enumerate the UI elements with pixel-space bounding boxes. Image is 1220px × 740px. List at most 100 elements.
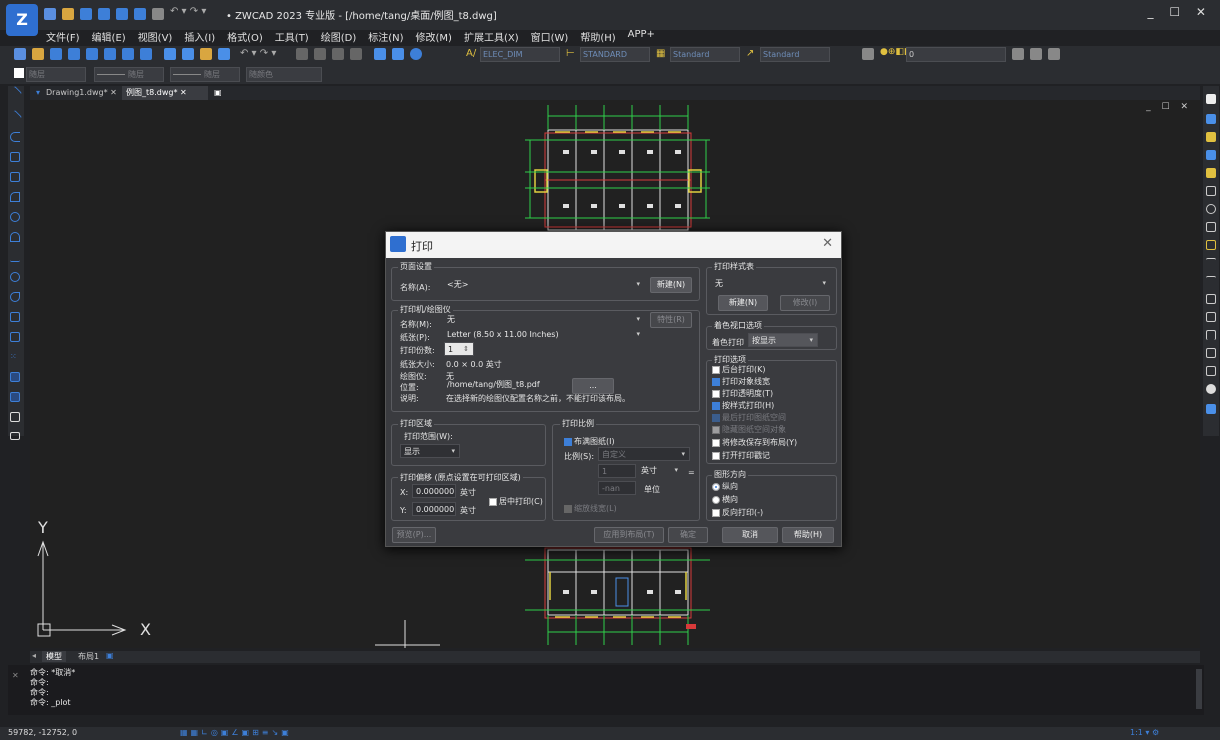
layer-manager-icon[interactable] bbox=[862, 48, 874, 60]
new-tab-icon[interactable]: ▣ bbox=[210, 86, 222, 100]
rectangle-icon[interactable] bbox=[10, 172, 20, 182]
preview-icon[interactable] bbox=[134, 8, 146, 20]
option-plot-transparency[interactable]: 打印透明度(T) bbox=[712, 388, 773, 399]
offset-icon[interactable] bbox=[1206, 150, 1216, 160]
close-icon[interactable]: ✕ bbox=[822, 236, 833, 251]
trim-icon[interactable] bbox=[1206, 258, 1216, 268]
color-select[interactable]: 随层 bbox=[26, 67, 86, 82]
tablestyle-select[interactable]: Standard bbox=[670, 47, 740, 62]
window-controls[interactable]: _ ☐ ✕ bbox=[1148, 5, 1212, 19]
design-center-icon[interactable] bbox=[392, 48, 404, 60]
tab-drawing1[interactable]: Drawing1.dwg* ✕ bbox=[42, 86, 122, 100]
command-scrollbar[interactable] bbox=[1196, 669, 1202, 709]
open-icon[interactable] bbox=[32, 48, 44, 60]
plot-style-edit-button[interactable]: 修改(I) bbox=[780, 295, 830, 311]
mleaderstyle-select[interactable]: Standard bbox=[760, 47, 830, 62]
option-paperspace-last[interactable]: 最后打印图纸空间 bbox=[712, 412, 786, 423]
shade-plot-select[interactable]: 按显示 ▾ bbox=[748, 333, 818, 347]
blend-icon[interactable] bbox=[1206, 366, 1216, 376]
save-as-icon[interactable] bbox=[98, 8, 110, 20]
paper-select[interactable]: Letter (8.50 x 11.00 Inches) ▾ bbox=[444, 328, 644, 342]
menu-tools[interactable]: 工具(T) bbox=[275, 29, 309, 45]
stretch-icon[interactable] bbox=[1206, 240, 1216, 250]
scale-select[interactable]: 自定义 ▾ bbox=[598, 447, 690, 461]
extend-icon[interactable] bbox=[1206, 276, 1216, 286]
printer-name-select[interactable]: 无 ▾ bbox=[444, 313, 644, 327]
menu-modify[interactable]: 修改(M) bbox=[416, 29, 452, 45]
copies-stepper[interactable]: 1 ⇕ bbox=[444, 342, 474, 356]
option-plot-stamp[interactable]: 打开打印戳记 bbox=[712, 450, 770, 461]
plot-style-select[interactable]: 无 ▾ bbox=[712, 277, 830, 291]
help-button[interactable]: 帮助(H) bbox=[782, 527, 834, 543]
menu-edit[interactable]: 编辑(E) bbox=[92, 29, 126, 45]
make-block-icon[interactable] bbox=[10, 332, 20, 342]
cloud-icon[interactable] bbox=[10, 232, 20, 242]
menu-file[interactable]: 文件(F) bbox=[46, 29, 80, 45]
ok-button[interactable]: 确定 bbox=[668, 527, 708, 543]
fit-paper-checkbox[interactable]: 布满图纸(I) bbox=[564, 436, 615, 447]
option-save-to-layout[interactable]: 将修改保存到布局(Y) bbox=[712, 437, 797, 448]
plot-style-new-button[interactable]: 新建(N) bbox=[718, 295, 768, 311]
tool-palette-icon[interactable] bbox=[410, 48, 422, 60]
scale-icon[interactable] bbox=[1206, 222, 1216, 232]
paste-icon[interactable] bbox=[200, 48, 212, 60]
table-icon[interactable] bbox=[10, 412, 20, 422]
menu-window[interactable]: 窗口(W) bbox=[531, 29, 569, 45]
ellipse-icon[interactable] bbox=[10, 272, 20, 282]
circle-icon[interactable] bbox=[10, 212, 20, 222]
option-plot-with-styles[interactable]: 按样式打印(H) bbox=[712, 400, 774, 411]
offset-y-field[interactable]: 0.000000 bbox=[412, 502, 456, 516]
undo-redo-icon[interactable]: ↶ ▾ ↷ ▾ bbox=[240, 48, 276, 59]
chamfer-icon[interactable] bbox=[1206, 330, 1216, 340]
zoom-prev-icon[interactable] bbox=[350, 48, 362, 60]
cancel-button[interactable]: 取消 bbox=[722, 527, 778, 543]
apply-to-layout-button[interactable]: 应用到布局(T) bbox=[594, 527, 664, 543]
explode-icon[interactable] bbox=[1206, 384, 1216, 394]
match-prop-icon[interactable] bbox=[218, 48, 230, 60]
fillet-icon[interactable] bbox=[1206, 348, 1216, 358]
line-icon[interactable] bbox=[7, 85, 23, 101]
landscape-radio[interactable]: 横向 bbox=[712, 494, 738, 505]
move-icon[interactable] bbox=[1206, 186, 1216, 196]
app-logo-icon[interactable]: Z bbox=[6, 4, 38, 36]
mirror-icon[interactable] bbox=[1206, 132, 1216, 142]
stepper-icon[interactable]: ⇕ bbox=[463, 343, 469, 356]
tab-layout1[interactable]: 布局1 bbox=[74, 651, 103, 662]
zoom-window-icon[interactable] bbox=[332, 48, 344, 60]
menu-format[interactable]: 格式(O) bbox=[227, 29, 263, 45]
option-hide-paperspace[interactable]: 隐藏图纸空间对象 bbox=[712, 424, 786, 435]
portrait-radio[interactable]: 纵向 bbox=[712, 481, 738, 492]
annotation-scale[interactable]: 1:1 ▾ ⚙ bbox=[1130, 728, 1159, 737]
undo-icon[interactable]: ↶ ▾ ↷ ▾ bbox=[170, 6, 206, 17]
drafting-toggles[interactable]: ▦▦∟◎▣∠▣⊞≡↘▣ bbox=[180, 728, 292, 737]
tab-example[interactable]: 例图_t8.dwg* ✕ bbox=[122, 86, 208, 100]
preview-button[interactable]: 预览(P)... bbox=[392, 527, 436, 543]
save-icon[interactable] bbox=[50, 48, 62, 60]
insert-block-icon[interactable] bbox=[10, 312, 20, 322]
location-field[interactable]: /home/tang/例图_t8.pdf bbox=[444, 378, 564, 392]
reverse-plot-checkbox[interactable]: 反向打印(-) bbox=[712, 507, 763, 518]
ray-icon[interactable] bbox=[7, 109, 23, 125]
open-file-icon[interactable] bbox=[62, 8, 74, 20]
menu-app[interactable]: APP+ bbox=[628, 29, 655, 45]
dimstyle-select[interactable]: ELEC_DIM bbox=[480, 47, 560, 62]
menu-help[interactable]: 帮助(H) bbox=[580, 29, 615, 45]
preview-icon[interactable] bbox=[86, 48, 98, 60]
point-icon[interactable]: ⁙ bbox=[10, 352, 20, 362]
tab-nav-icon[interactable]: ◂ bbox=[32, 651, 36, 660]
lineweight-select[interactable]: 随层 bbox=[170, 67, 240, 82]
array-icon[interactable] bbox=[1206, 168, 1216, 178]
new-icon[interactable] bbox=[14, 48, 26, 60]
scale-lineweight-checkbox[interactable]: 缩放线宽(L) bbox=[564, 503, 617, 514]
layer-select[interactable]: 0 bbox=[906, 47, 1006, 62]
ellipse-arc-icon[interactable] bbox=[10, 292, 20, 302]
copy-object-icon[interactable] bbox=[1206, 114, 1216, 124]
add-layout-icon[interactable]: ▣ bbox=[106, 651, 114, 660]
tab-model[interactable]: 模型 bbox=[42, 651, 66, 662]
spline-icon[interactable] bbox=[10, 252, 20, 262]
layer-match-icon[interactable] bbox=[1048, 48, 1060, 60]
pan-icon[interactable] bbox=[296, 48, 308, 60]
plot-range-select[interactable]: 显示 ▾ bbox=[400, 444, 460, 458]
scale-paper-field[interactable]: 1 bbox=[598, 464, 636, 478]
find-icon[interactable] bbox=[122, 48, 134, 60]
